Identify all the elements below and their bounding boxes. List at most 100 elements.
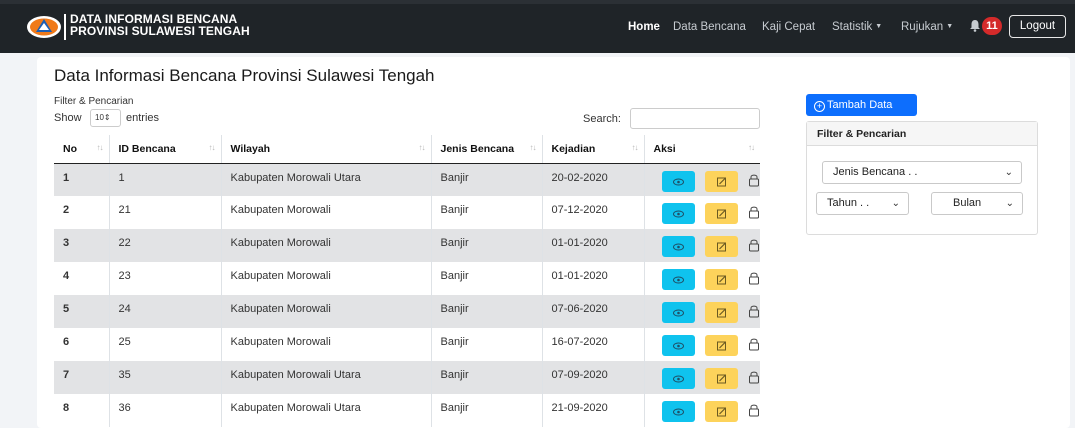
table-row[interactable]: 5 24 Kabupaten Morowali Banjir 07-06-202… (54, 295, 760, 328)
nav-home[interactable]: Home (628, 21, 660, 33)
nav-rujukan[interactable]: Rujukan ▼ (901, 21, 953, 33)
table-body: 1 1 Kabupaten Morowali Utara Banjir 20-0… (54, 163, 760, 427)
navbar-top-line (0, 0, 1075, 4)
table-row[interactable]: 3 22 Kabupaten Morowali Banjir 01-01-202… (54, 229, 760, 262)
search-input[interactable] (630, 108, 760, 129)
nav-data-bencana[interactable]: Data Bencana (673, 21, 746, 33)
table-row[interactable]: 7 35 Kabupaten Morowali Utara Banjir 07-… (54, 361, 760, 394)
jenis-bencana-select[interactable]: Jenis Bencana . . ⌄ (822, 161, 1022, 184)
cell-no: 5 (54, 295, 110, 328)
tahun-value: Tahun . . (827, 197, 870, 209)
cell-id: 1 (109, 163, 222, 196)
bnpb-logo[interactable] (26, 15, 62, 39)
edit-button[interactable] (704, 302, 738, 323)
cell-kejadian: 20-02-2020 (542, 163, 645, 196)
nav-statistik[interactable]: Statistik ▼ (832, 21, 882, 33)
brand-title[interactable]: DATA INFORMASI BENCANA PROVINSI SULAWESI… (70, 13, 250, 37)
edit-button[interactable] (704, 170, 738, 192)
nav-rujukan-label: Rujukan (901, 21, 944, 33)
cell-id: 24 (109, 295, 222, 328)
eye-icon (672, 408, 684, 416)
edit-button[interactable] (704, 236, 738, 257)
edit-icon (716, 242, 726, 252)
view-button[interactable] (661, 368, 695, 389)
view-button[interactable] (661, 203, 695, 224)
column-header-aksi[interactable]: Aksi ↑↓ (644, 135, 760, 164)
bencana-table: No ↑↓ ID Bencana ↑↓ Wilayah ↑↓ Jenis Bencan… (54, 135, 760, 427)
column-header-jenis[interactable]: Jenis Bencana ↑↓ (431, 135, 543, 164)
column-header-id[interactable]: ID Bencana ↑↓ (109, 135, 222, 164)
table-row[interactable]: 2 21 Kabupaten Morowali Banjir 07-12-202… (54, 196, 760, 229)
lock-icon[interactable] (747, 336, 761, 352)
cell-no: 6 (54, 328, 110, 361)
tahun-select[interactable]: Tahun . . ⌄ (816, 192, 909, 215)
sort-icon: ↑↓ (208, 143, 216, 152)
cell-wilayah: Kabupaten Morowali (221, 229, 432, 262)
cell-aksi (644, 328, 760, 361)
lock-icon[interactable] (747, 402, 761, 418)
lock-icon[interactable] (747, 270, 761, 286)
column-header-no[interactable]: No ↑↓ (54, 135, 110, 164)
cell-jenis: Banjir (431, 262, 543, 295)
cell-aksi (644, 196, 760, 229)
brand-line-2: PROVINSI SULAWESI TENGAH (70, 24, 250, 38)
edit-icon (716, 407, 726, 417)
sort-icon: ↑↓ (748, 143, 755, 152)
lock-icon[interactable] (747, 237, 761, 253)
nav-kaji-cepat[interactable]: Kaji Cepat (762, 21, 815, 33)
edit-icon (716, 374, 726, 384)
bell-icon[interactable] (969, 19, 981, 32)
edit-button[interactable] (704, 203, 738, 224)
cell-kejadian: 07-06-2020 (542, 295, 645, 328)
edit-icon (716, 177, 726, 186)
eye-icon (672, 309, 684, 317)
cell-id: 25 (109, 328, 222, 361)
column-header-wilayah[interactable]: Wilayah ↑↓ (221, 135, 432, 164)
filter-label: Filter & Pencarian (54, 96, 134, 107)
view-button[interactable] (661, 170, 695, 192)
sort-icon: ↑↓ (529, 143, 537, 152)
tambah-data-button[interactable]: + Tambah Data (806, 94, 917, 116)
chevron-down-icon: ⌄ (1004, 167, 1013, 178)
view-button[interactable] (661, 236, 695, 257)
cell-id: 23 (109, 262, 222, 295)
cell-kejadian: 07-12-2020 (542, 196, 645, 229)
lock-icon[interactable] (747, 204, 761, 220)
edit-button[interactable] (704, 269, 738, 290)
notification-badge[interactable]: 11 (982, 17, 1002, 35)
cell-no: 7 (54, 361, 110, 394)
edit-button[interactable] (704, 368, 738, 389)
view-button[interactable] (661, 269, 695, 290)
lock-icon[interactable] (747, 369, 761, 385)
edit-button[interactable] (704, 335, 738, 356)
table-row[interactable]: 6 25 Kabupaten Morowali Banjir 16-07-202… (54, 328, 760, 361)
table-row[interactable]: 8 36 Kabupaten Morowali Utara Banjir 21-… (54, 394, 760, 427)
page-title: Data Informasi Bencana Provinsi Sulawesi… (54, 66, 435, 85)
view-button[interactable] (661, 302, 695, 323)
column-header-label: Wilayah (230, 142, 271, 155)
nav-statistik-label: Statistik (832, 21, 873, 33)
logout-button[interactable]: Logout (1009, 15, 1066, 38)
lock-icon[interactable] (747, 172, 761, 188)
table-row[interactable]: 1 1 Kabupaten Morowali Utara Banjir 20-0… (54, 163, 760, 196)
cell-kejadian: 21-09-2020 (542, 394, 645, 427)
edit-button[interactable] (704, 401, 738, 422)
cell-kejadian: 01-01-2020 (542, 262, 645, 295)
table-row[interactable]: 4 23 Kabupaten Morowali Banjir 01-01-202… (54, 262, 760, 295)
eye-icon (672, 375, 684, 383)
tambah-data-label: Tambah Data (827, 99, 893, 111)
cell-kejadian: 01-01-2020 (542, 229, 645, 262)
show-label: Show (54, 112, 82, 124)
cell-id: 36 (109, 394, 222, 427)
eye-icon (672, 342, 684, 350)
entries-select[interactable]: 10⇕ (90, 109, 121, 127)
view-button[interactable] (661, 401, 695, 422)
column-header-label: Kejadian (551, 142, 596, 155)
cell-aksi (644, 394, 760, 427)
column-header-kejadian[interactable]: Kejadian ↑↓ (542, 135, 645, 164)
view-button[interactable] (661, 335, 695, 356)
bulan-select[interactable]: Bulan ⌄ (931, 192, 1023, 215)
edit-icon (716, 341, 726, 351)
lock-icon[interactable] (747, 303, 761, 319)
cell-wilayah: Kabupaten Morowali Utara (221, 394, 432, 427)
